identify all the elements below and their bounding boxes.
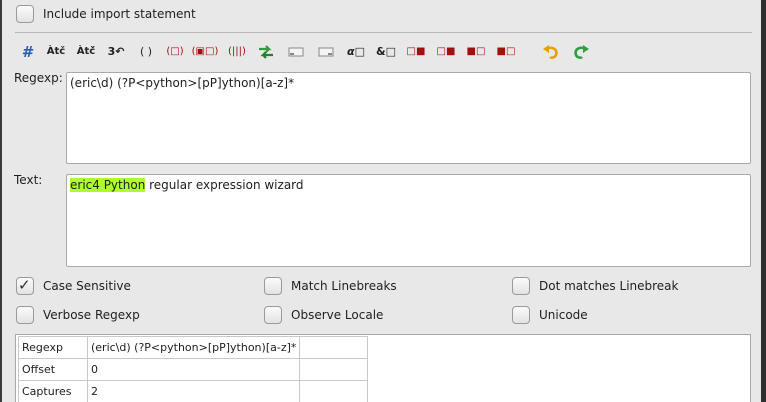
- alternative-group-icon: (|||): [228, 46, 246, 57]
- text-label: Text:: [14, 173, 43, 187]
- case-sensitive-checkbox[interactable]: ✓: [16, 276, 34, 295]
- table-row[interactable]: Offset 0: [18, 358, 369, 381]
- unicode-label: Unicode: [539, 308, 588, 322]
- result-table: Regexp (eric\d) (?P<python>[pP]ython)[a-…: [18, 336, 369, 402]
- table-cell: [299, 336, 369, 359]
- match-linebreaks-checkbox[interactable]: [264, 277, 282, 295]
- result-table-panel[interactable]: Regexp (eric\d) (?P<python>[pP]ython)[a-…: [15, 334, 751, 402]
- named-group-icon: (□): [166, 46, 184, 57]
- dot-matches-linebreak-checkbox[interactable]: [512, 277, 530, 295]
- swap-arrows-icon: [259, 45, 273, 59]
- group-icon: ( ): [139, 45, 153, 58]
- begin-line-tool-button[interactable]: [286, 42, 306, 62]
- neg-lookbehind-icon: ■□: [496, 46, 516, 57]
- word-boundary-icon: α□: [347, 45, 365, 58]
- window-right-frame: [761, 0, 766, 402]
- undo-icon: [543, 45, 558, 59]
- match-highlight: eric4 Python: [70, 178, 146, 192]
- case-sensitive-label: Case Sensitive: [43, 279, 131, 293]
- neg-lookahead-icon: □■: [436, 46, 456, 57]
- regexp-label: Regexp:: [14, 71, 63, 85]
- observe-locale-checkbox[interactable]: [264, 306, 282, 324]
- hash-icon: #: [21, 43, 33, 61]
- table-row[interactable]: Regexp (eric\d) (?P<python>[pP]ython)[a-…: [18, 336, 369, 359]
- non-capture-group-icon: (▣□): [191, 46, 219, 57]
- non-word-boundary-tool-button[interactable]: &□: [375, 42, 397, 62]
- lookbehind-icon: ■□: [466, 46, 486, 57]
- dot-matches-linebreak-label: Dot matches Linebreak: [539, 279, 679, 293]
- regexp-editor[interactable]: (eric\d) (?P<python>[pP]ython)[a-z]*: [66, 72, 751, 164]
- table-cell: Offset: [18, 358, 88, 381]
- unicode-checkbox[interactable]: [512, 306, 530, 324]
- verbose-regexp-label: Verbose Regexp: [43, 308, 140, 322]
- table-cell: (eric\d) (?P<python>[pP]ython)[a-z]*: [86, 336, 301, 359]
- repeat-tool-button[interactable]: 3↶: [105, 42, 127, 62]
- separator-line: [15, 32, 752, 33]
- verbose-regexp-checkbox[interactable]: [16, 306, 34, 324]
- neg-lookbehind-tool-button[interactable]: ■□: [495, 42, 517, 62]
- begin-line-icon: [288, 47, 304, 57]
- any-char-icon: Àtč: [46, 46, 66, 57]
- redo-icon: [574, 45, 589, 59]
- text-rest: regular expression wizard: [145, 178, 304, 192]
- table-cell: 2: [86, 380, 301, 402]
- comment-tool-button[interactable]: #: [17, 42, 37, 62]
- observe-locale-label: Observe Locale: [291, 308, 384, 322]
- window-left-frame: [0, 0, 2, 402]
- table-cell: 0: [86, 358, 301, 381]
- end-line-tool-button[interactable]: [316, 42, 336, 62]
- text-editor[interactable]: eric4 Python regular expression wizard: [66, 174, 751, 267]
- non-capture-group-tool-button[interactable]: (▣□): [191, 42, 219, 62]
- repeat-icon: 3↶: [107, 45, 125, 58]
- lookahead-tool-button[interactable]: □■: [405, 42, 427, 62]
- char-class-tool-button[interactable]: Àtč̌: [75, 42, 97, 62]
- char-class-icon: Àtč̌: [76, 46, 96, 57]
- end-line-icon: [318, 47, 334, 57]
- alternative-group-tool-button[interactable]: (|||): [224, 42, 250, 62]
- word-boundary-tool-button[interactable]: α□: [345, 42, 367, 62]
- match-linebreaks-label: Match Linebreaks: [291, 279, 397, 293]
- non-word-boundary-icon: &□: [376, 45, 396, 58]
- table-cell: [299, 380, 369, 402]
- regexp-text: (eric\d) (?P<python>[pP]ython)[a-z]*: [70, 76, 295, 90]
- include-import-checkbox[interactable]: [16, 5, 34, 23]
- table-cell: Regexp: [18, 336, 88, 359]
- checkmark-icon: ✓: [18, 276, 31, 294]
- undo-button[interactable]: [541, 42, 561, 62]
- table-row[interactable]: Captures 2: [18, 380, 369, 402]
- backreference-tool-button[interactable]: [256, 42, 276, 62]
- neg-lookahead-tool-button[interactable]: □■: [435, 42, 457, 62]
- lookahead-icon: □■: [406, 46, 426, 57]
- named-group-tool-button[interactable]: (□): [164, 42, 186, 62]
- group-tool-button[interactable]: ( ): [136, 42, 156, 62]
- lookbehind-tool-button[interactable]: ■□: [465, 42, 487, 62]
- include-import-label: Include import statement: [43, 7, 196, 21]
- any-char-tool-button[interactable]: Àtč: [45, 42, 67, 62]
- table-cell: [299, 358, 369, 381]
- redo-button[interactable]: [571, 42, 591, 62]
- table-cell: Captures: [18, 380, 88, 402]
